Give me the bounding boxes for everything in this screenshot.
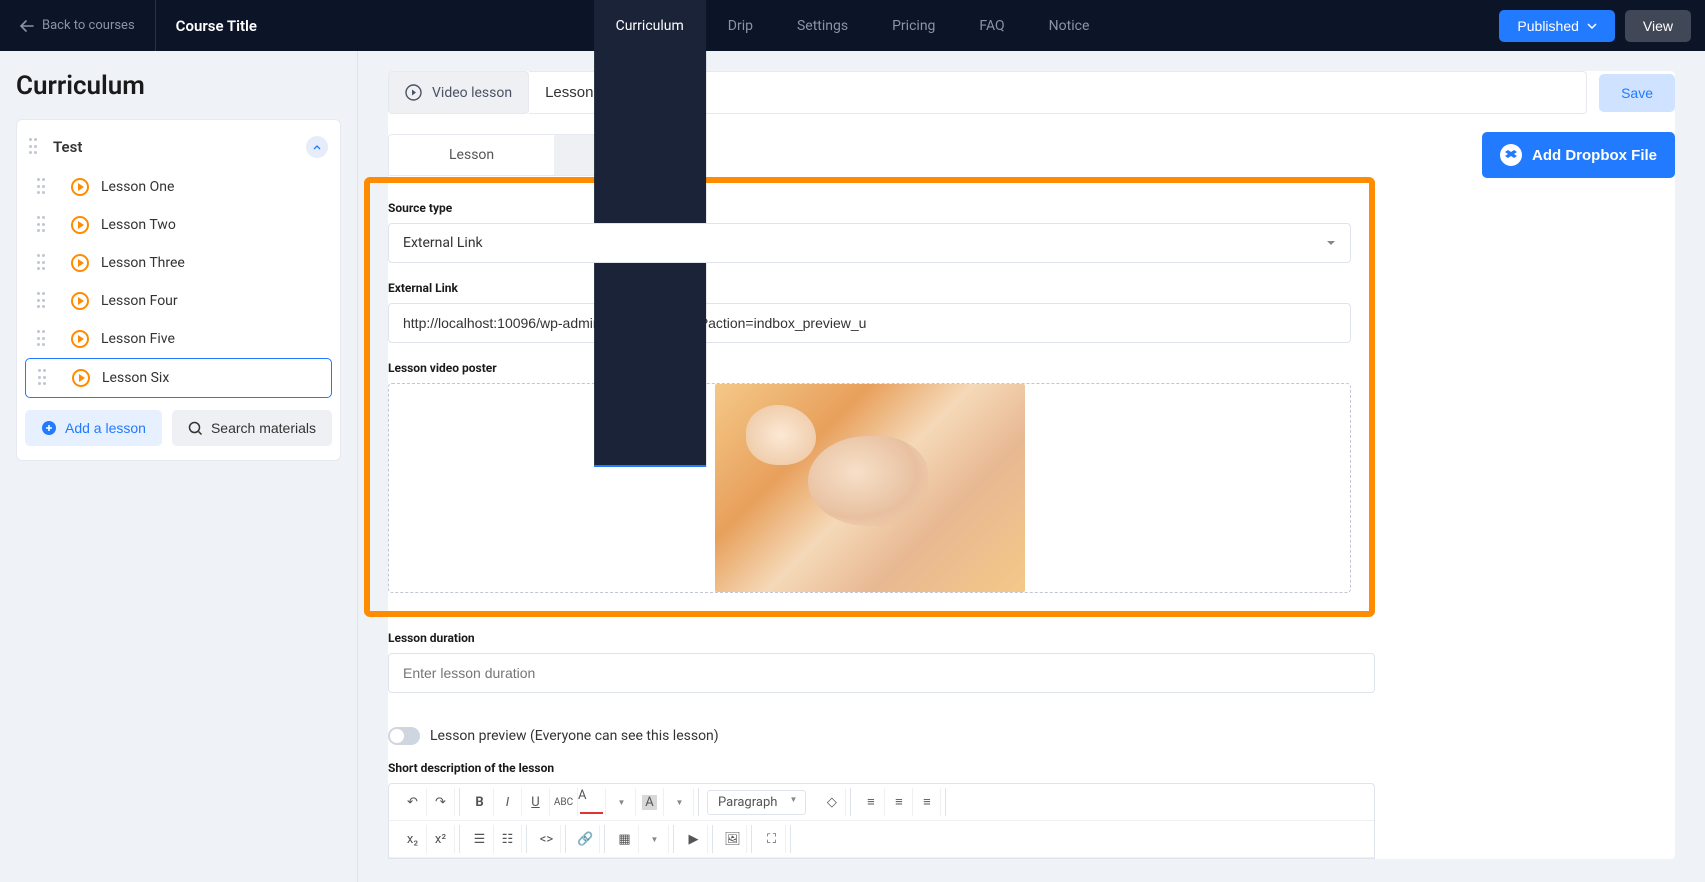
play-icon — [71, 216, 89, 234]
lesson-label: Lesson Five — [101, 331, 175, 347]
module-title: Test — [53, 138, 306, 156]
course-title: Course Title — [156, 17, 277, 35]
align-left-icon[interactable]: ≡ — [857, 788, 885, 816]
ordered-list-icon[interactable]: ☷ — [494, 825, 522, 853]
lesson-label: Lesson Two — [101, 217, 176, 233]
lesson-item[interactable]: Lesson Six — [25, 358, 332, 398]
duration-label: Lesson duration — [388, 631, 1375, 645]
rich-text-toolbar: ↶ ↷ B I U ABC A ▼ A ▼ — [388, 783, 1375, 859]
published-dropdown[interactable]: Published — [1499, 10, 1615, 42]
code-icon[interactable]: <> — [533, 825, 561, 853]
lesson-item[interactable]: Lesson Five — [25, 320, 332, 358]
play-circle-icon — [405, 84, 422, 101]
dropbox-icon — [1500, 144, 1522, 166]
subscript-icon[interactable]: x₂ — [399, 825, 427, 853]
add-lesson-button[interactable]: Add a lesson — [25, 410, 162, 446]
lesson-label: Lesson One — [101, 179, 174, 195]
subtab-lesson[interactable]: Lesson — [389, 135, 554, 175]
paragraph-label: Paragraph — [718, 795, 777, 810]
paragraph-format-select[interactable]: Paragraph ▼ — [707, 790, 806, 815]
play-icon — [71, 292, 89, 310]
top-bar: Back to courses Course Title Curriculum … — [0, 0, 1705, 51]
below-highlight: Lesson duration Lesson preview (Everyone… — [388, 617, 1375, 859]
redo-icon[interactable]: ↷ — [427, 788, 455, 816]
lesson-label: Lesson Three — [101, 255, 185, 271]
search-icon — [188, 421, 203, 436]
strikethrough-icon[interactable]: ABC — [550, 788, 578, 816]
underline-icon[interactable]: U — [522, 788, 550, 816]
link-icon[interactable]: 🔗 — [572, 825, 600, 853]
module-card: Test Lesson One Lesson Two Lesson Three — [16, 119, 341, 461]
dropbox-label: Add Dropbox File — [1532, 147, 1657, 164]
collapse-button[interactable] — [306, 136, 328, 158]
lesson-type-badge: Video lesson — [388, 71, 529, 114]
highlighted-form-region: Source type External Link External Link … — [364, 177, 1375, 617]
search-materials-label: Search materials — [211, 420, 316, 436]
drag-handle-icon[interactable] — [37, 254, 49, 272]
short-desc-label: Short description of the lesson — [388, 761, 1375, 775]
search-materials-button[interactable]: Search materials — [172, 410, 332, 446]
poster-image — [715, 384, 1025, 592]
sidebar-actions: Add a lesson Search materials — [17, 410, 340, 446]
undo-icon[interactable]: ↶ — [399, 788, 427, 816]
view-button[interactable]: View — [1625, 10, 1691, 42]
chevron-down-icon — [1326, 240, 1336, 246]
clear-format-icon[interactable]: ◇ — [818, 788, 846, 816]
text-color-dropdown[interactable]: ▼ — [608, 788, 636, 816]
add-lesson-label: Add a lesson — [65, 420, 146, 436]
back-label: Back to courses — [42, 18, 135, 33]
plus-circle-icon — [41, 420, 57, 436]
image-icon[interactable]: 🖼 — [719, 825, 747, 853]
module-header[interactable]: Test — [17, 130, 340, 168]
preview-toggle-row: Lesson preview (Everyone can see this le… — [388, 727, 1375, 745]
drag-handle-icon[interactable] — [37, 216, 49, 234]
save-button[interactable]: Save — [1599, 74, 1675, 112]
lesson-item[interactable]: Lesson Two — [25, 206, 332, 244]
lesson-label: Lesson Six — [102, 370, 169, 386]
poster-upload-area[interactable] — [388, 383, 1351, 593]
play-icon — [71, 254, 89, 272]
preview-toggle[interactable] — [388, 727, 420, 745]
bold-icon[interactable]: B — [466, 788, 494, 816]
superscript-icon[interactable]: x² — [427, 825, 455, 853]
drag-handle-icon[interactable] — [37, 292, 49, 310]
back-to-courses-link[interactable]: Back to courses — [0, 0, 156, 51]
preview-toggle-label: Lesson preview (Everyone can see this le… — [430, 728, 719, 744]
arrow-left-icon — [20, 20, 34, 32]
lesson-label: Lesson Four — [101, 293, 178, 309]
header-actions: Published View — [1485, 10, 1705, 42]
source-type-value: External Link — [403, 235, 483, 251]
lesson-item[interactable]: Lesson Three — [25, 244, 332, 282]
lesson-type-label: Video lesson — [432, 85, 512, 101]
align-right-icon[interactable]: ≡ — [913, 788, 941, 816]
lesson-item[interactable]: Lesson Four — [25, 282, 332, 320]
drag-handle-icon[interactable] — [37, 330, 49, 348]
text-color-icon[interactable]: A — [578, 788, 606, 816]
background-color-icon[interactable]: A — [636, 788, 664, 816]
add-dropbox-file-button[interactable]: Add Dropbox File — [1482, 132, 1675, 178]
published-label: Published — [1517, 18, 1579, 34]
unordered-list-icon[interactable]: ☰ — [466, 825, 494, 853]
play-icon — [72, 369, 90, 387]
fullscreen-icon[interactable]: ⛶ — [758, 825, 786, 853]
drag-handle-icon[interactable] — [29, 138, 41, 156]
align-center-icon[interactable]: ≡ — [885, 788, 913, 816]
drag-handle-icon[interactable] — [37, 178, 49, 196]
background-color-dropdown[interactable]: ▼ — [666, 788, 694, 816]
chevron-down-icon — [1587, 23, 1597, 29]
table-icon[interactable]: ▦ — [611, 825, 639, 853]
lesson-item[interactable]: Lesson One — [25, 168, 332, 206]
play-icon — [71, 178, 89, 196]
source-type-select[interactable]: External Link — [388, 223, 1351, 263]
italic-icon[interactable]: I — [494, 788, 522, 816]
sidebar: Curriculum Test Lesson One Lesson Two — [0, 51, 358, 882]
duration-input[interactable] — [388, 653, 1375, 693]
play-icon — [71, 330, 89, 348]
table-dropdown[interactable]: ▼ — [641, 825, 669, 853]
video-icon[interactable]: ▶ — [680, 825, 708, 853]
drag-handle-icon[interactable] — [38, 369, 50, 387]
page-title: Curriculum — [16, 71, 341, 101]
chevron-up-icon — [313, 145, 321, 150]
